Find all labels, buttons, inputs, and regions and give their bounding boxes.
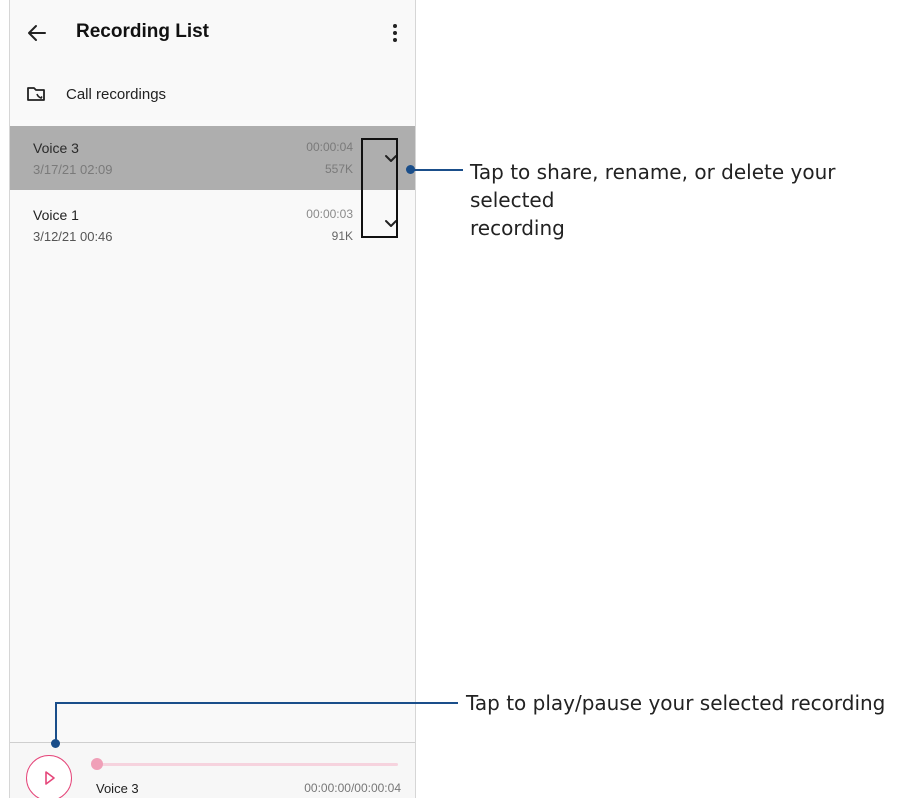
progress-knob[interactable]	[91, 758, 103, 770]
more-vert-icon-dot	[393, 38, 397, 42]
app-bar: Recording List	[10, 0, 415, 66]
recording-size: 557K	[324, 162, 353, 176]
more-vert-icon-dot	[393, 31, 397, 35]
recording-name: Voice 1	[33, 207, 79, 223]
recording-date: 3/12/21 00:46	[33, 229, 113, 244]
callout-menu-text: Tap to share, rename, or delete your sel…	[470, 158, 921, 242]
arrow-left-icon	[28, 25, 46, 41]
callout-line-play-v	[55, 702, 57, 744]
recording-size: 91K	[331, 229, 353, 243]
more-options-button[interactable]	[385, 18, 405, 48]
recording-date: 3/17/21 02:09	[33, 162, 113, 177]
player-time: 00:00:00/00:00:04	[304, 781, 401, 795]
callout-dot-play	[51, 739, 60, 748]
callout-line-menu	[411, 169, 463, 171]
page-title: Recording List	[76, 21, 210, 42]
progress-slider[interactable]	[91, 758, 398, 770]
folder-call-icon	[27, 87, 45, 101]
play-pause-button[interactable]	[26, 755, 72, 798]
call-recordings-row[interactable]: Call recordings	[10, 76, 415, 114]
callout-menu-line2: recording	[470, 216, 565, 240]
back-button[interactable]	[24, 20, 50, 46]
recording-duration: 00:00:03	[306, 207, 353, 221]
more-vert-icon	[393, 24, 397, 28]
recording-item-voice-3[interactable]: Voice 3 3/17/21 02:09 00:00:04 557K	[10, 126, 415, 190]
call-recordings-label: Call recordings	[66, 86, 167, 103]
callout-line-play-h	[55, 702, 458, 704]
callout-menu-line1: Tap to share, rename, or delete your sel…	[470, 160, 836, 212]
player-recording-name: Voice 3	[96, 781, 139, 796]
recording-name: Voice 3	[33, 140, 79, 156]
phone-screen: Recording List Call recordings Voice 3 3…	[9, 0, 416, 798]
callout-play-text: Tap to play/pause your selected recordin…	[466, 691, 886, 715]
options-highlight-box	[361, 138, 398, 238]
player-bar: Voice 3 00:00:00/00:00:04	[10, 742, 415, 798]
recording-duration: 00:00:04	[306, 140, 353, 154]
recording-item-voice-1[interactable]: Voice 1 3/12/21 00:46 00:00:03 91K	[10, 193, 415, 257]
play-icon	[44, 770, 55, 785]
